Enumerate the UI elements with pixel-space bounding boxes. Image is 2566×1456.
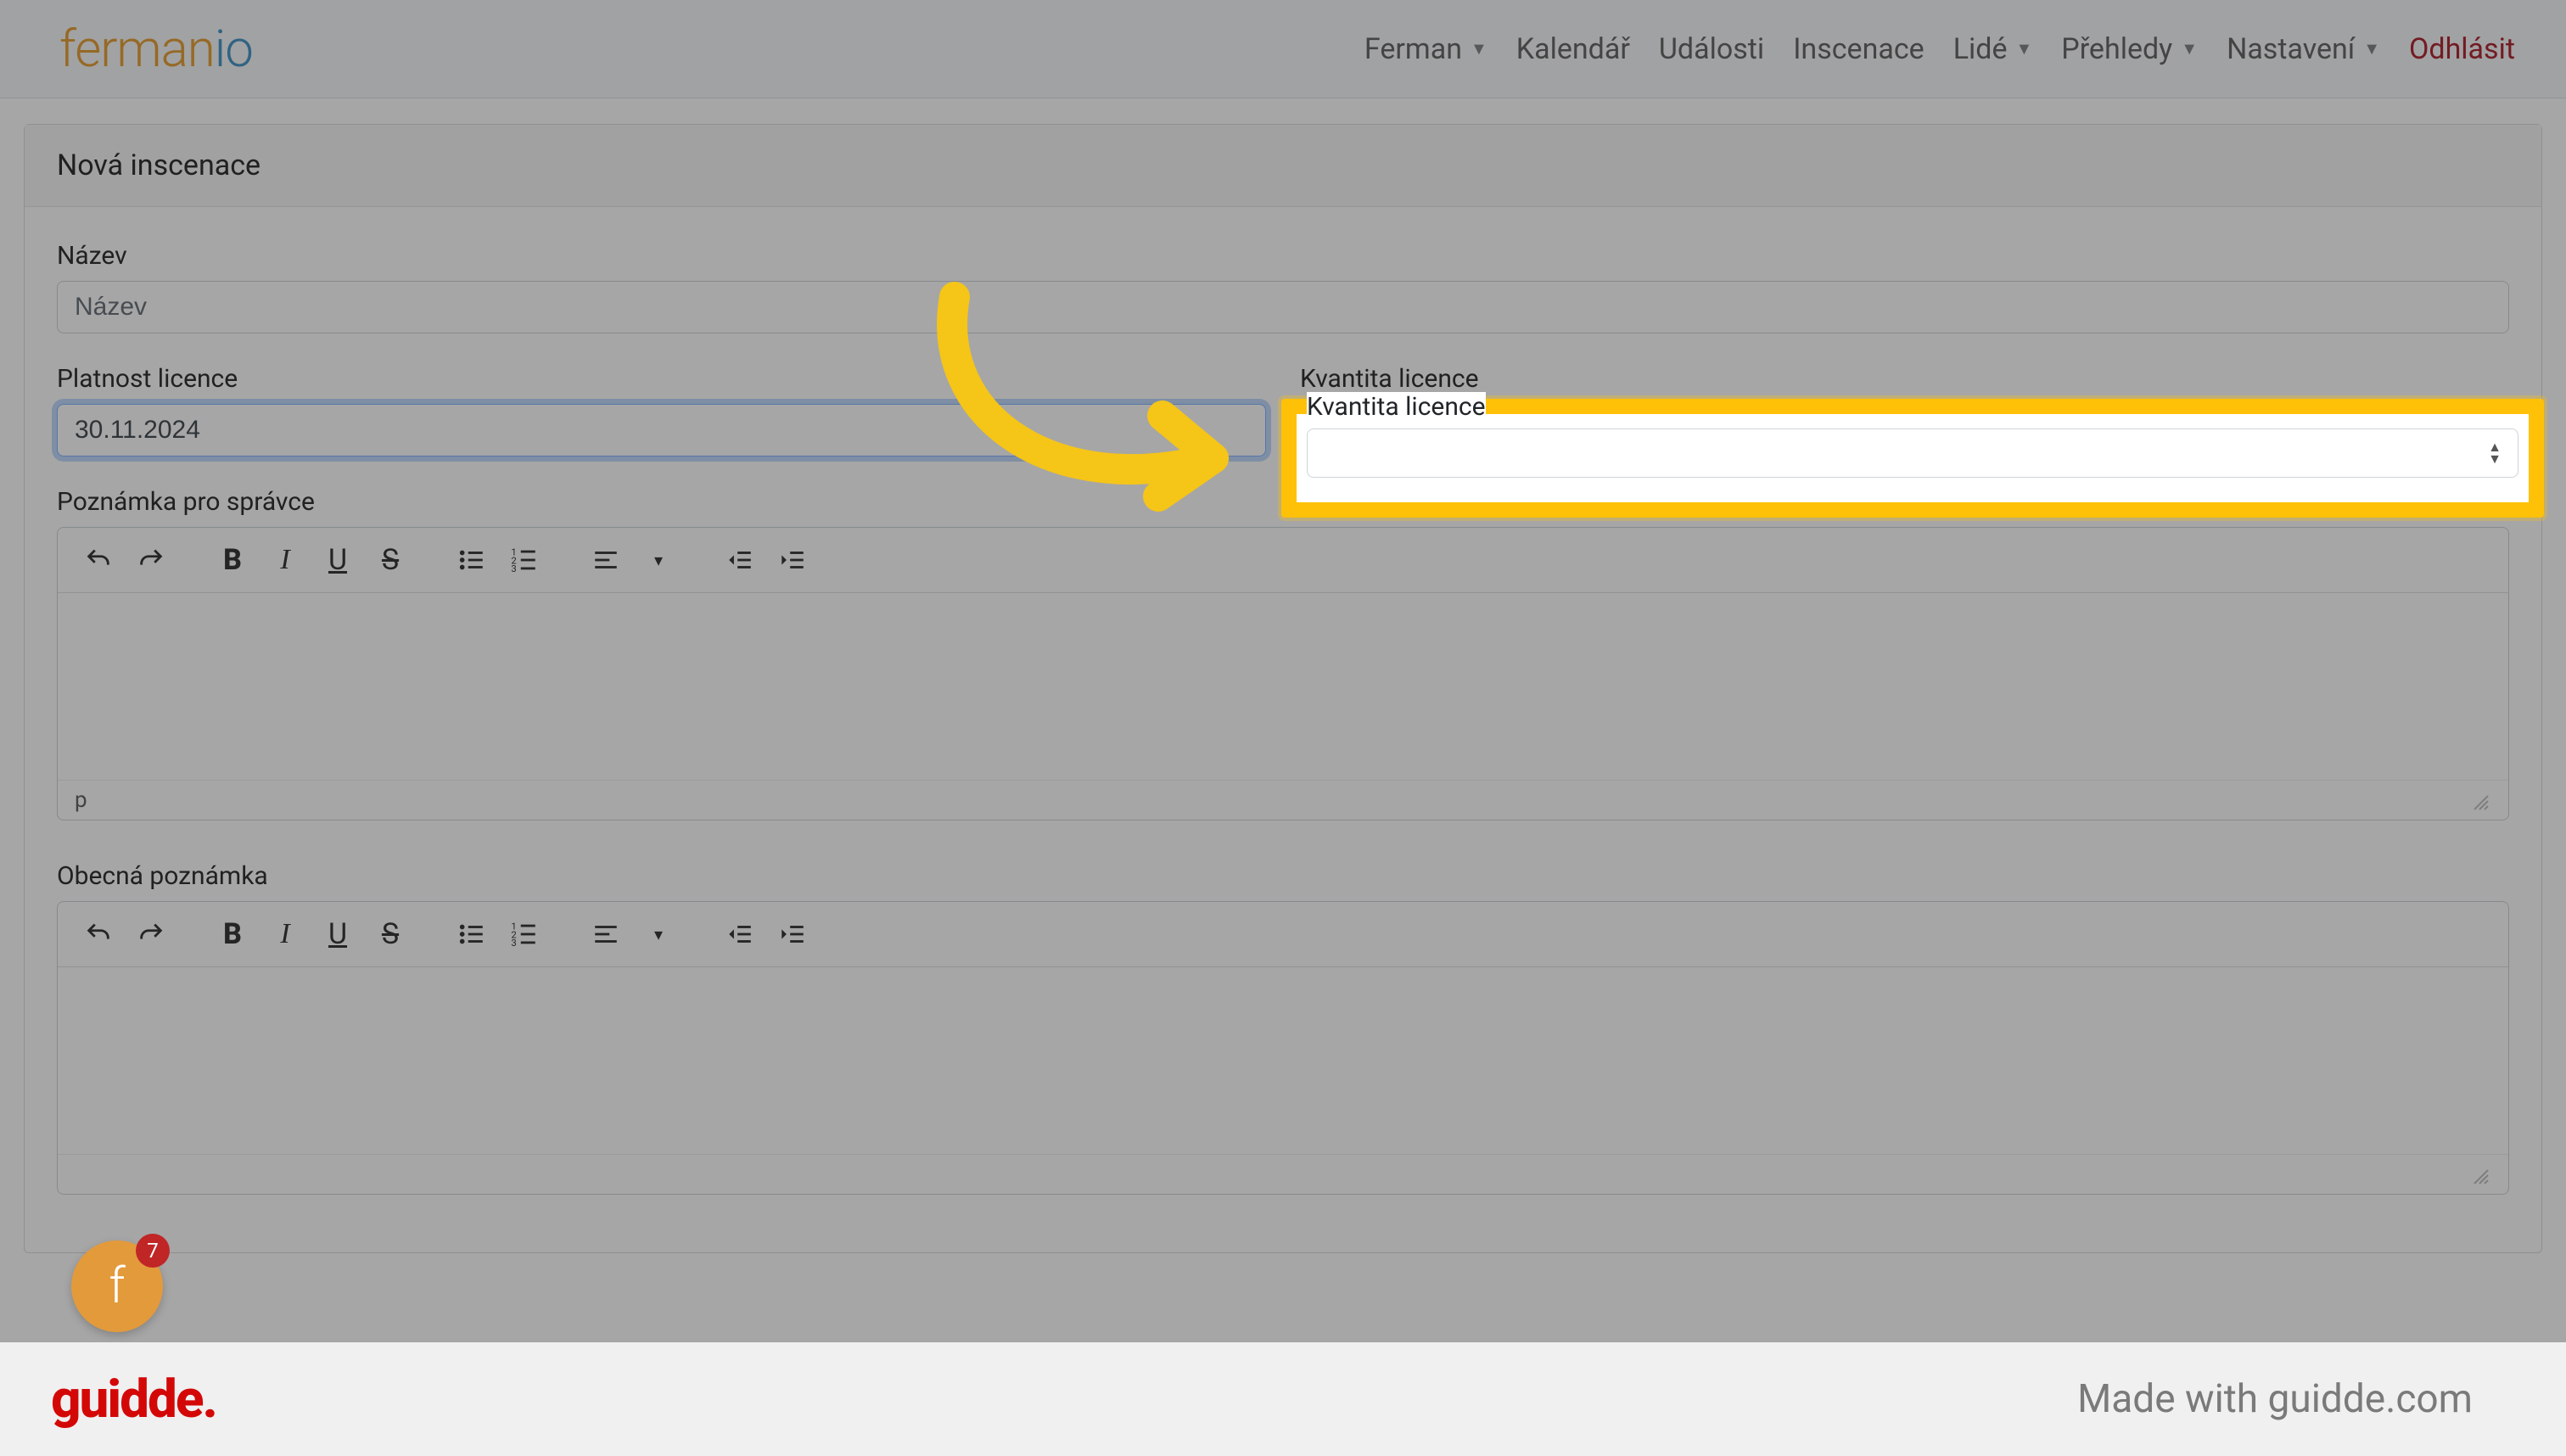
chevron-down-icon: ▼ bbox=[2181, 38, 2198, 59]
numbered-list-icon[interactable]: 123 bbox=[507, 543, 541, 577]
input-license-quantity[interactable] bbox=[1307, 428, 2518, 478]
guidde-footer: guidde. Made with guidde.com bbox=[0, 1342, 2566, 1456]
chevron-down-icon[interactable]: ▾ bbox=[642, 917, 675, 951]
undo-icon[interactable] bbox=[81, 917, 115, 951]
navbar: fermanio Ferman▼ Kalendář Události Insce… bbox=[0, 0, 2566, 98]
redo-icon[interactable] bbox=[134, 917, 168, 951]
chat-logo-letter: f bbox=[109, 1257, 125, 1315]
card-new-production: Nová inscenace Název Platnost licence Kv… bbox=[24, 124, 2542, 1253]
rte-content-admin[interactable] bbox=[58, 593, 2508, 780]
number-stepper-icon[interactable]: ▲▼ bbox=[2483, 438, 2507, 468]
resize-grip-icon[interactable] bbox=[2471, 1167, 2491, 1187]
svg-text:3: 3 bbox=[511, 563, 516, 574]
underline-button[interactable]: U bbox=[321, 917, 355, 951]
bullet-list-icon[interactable] bbox=[455, 917, 489, 951]
card-title: Nová inscenace bbox=[25, 125, 2541, 207]
nav-logout[interactable]: Odhlásit bbox=[2409, 32, 2515, 66]
rte-content-general[interactable] bbox=[58, 967, 2508, 1154]
nav-item-inscenace[interactable]: Inscenace bbox=[1793, 32, 1924, 66]
chevron-down-icon: ▼ bbox=[1471, 38, 1487, 59]
label-general-note: Obecná poznámka bbox=[57, 861, 2509, 891]
rte-toolbar: B I U S 123 ▾ bbox=[58, 902, 2508, 967]
rte-status-path: p bbox=[75, 787, 87, 813]
highlight-license-quantity: Kvantita licence ▲▼ bbox=[1281, 399, 2544, 518]
nav-item-nastaveni[interactable]: Nastavení▼ bbox=[2227, 32, 2380, 66]
strike-button[interactable]: S bbox=[373, 543, 407, 577]
chat-launcher[interactable]: f 7 bbox=[71, 1240, 163, 1332]
redo-icon[interactable] bbox=[134, 543, 168, 577]
nav-item-kalendar[interactable]: Kalendář bbox=[1516, 32, 1630, 66]
chat-badge-count: 7 bbox=[136, 1234, 170, 1268]
resize-grip-icon[interactable] bbox=[2471, 792, 2491, 813]
align-icon[interactable] bbox=[589, 543, 623, 577]
input-license-validity[interactable] bbox=[57, 404, 1266, 456]
italic-button[interactable]: I bbox=[268, 917, 302, 951]
brand-part2: io bbox=[215, 19, 253, 79]
nav-item-udalosti[interactable]: Události bbox=[1659, 32, 1764, 66]
align-icon[interactable] bbox=[589, 917, 623, 951]
nav-item-prehledy[interactable]: Přehledy▼ bbox=[2061, 32, 2198, 66]
bold-button[interactable]: B bbox=[216, 917, 249, 951]
label-name: Název bbox=[57, 241, 2509, 271]
nav-links: Ferman▼ Kalendář Události Inscenace Lidé… bbox=[1364, 32, 2515, 66]
brand-part1: ferman bbox=[59, 19, 215, 79]
brand-logo: fermanio bbox=[59, 19, 253, 79]
italic-button[interactable]: I bbox=[268, 543, 302, 577]
svg-text:3: 3 bbox=[511, 937, 516, 949]
label-license-quantity-bg: Kvantita licence bbox=[1300, 364, 2509, 394]
chevron-down-icon: ▼ bbox=[2015, 38, 2032, 59]
rte-admin-note: B I U S 123 ▾ bbox=[57, 527, 2509, 820]
indent-icon[interactable] bbox=[776, 543, 810, 577]
bold-button[interactable]: B bbox=[216, 543, 249, 577]
indent-icon[interactable] bbox=[776, 917, 810, 951]
outdent-icon[interactable] bbox=[723, 917, 757, 951]
strike-button[interactable]: S bbox=[373, 917, 407, 951]
undo-icon[interactable] bbox=[81, 543, 115, 577]
bullet-list-icon[interactable] bbox=[455, 543, 489, 577]
outdent-icon[interactable] bbox=[723, 543, 757, 577]
guidde-logo: guidde. bbox=[51, 1369, 216, 1431]
label-license-quantity: Kvantita licence bbox=[1307, 392, 2518, 422]
nav-item-lide[interactable]: Lidé▼ bbox=[1953, 32, 2033, 66]
label-license-validity: Platnost licence bbox=[57, 364, 1266, 394]
guidde-attribution: Made with guidde.com bbox=[2077, 1376, 2473, 1422]
rte-general-note: B I U S 123 ▾ bbox=[57, 901, 2509, 1195]
numbered-list-icon[interactable]: 123 bbox=[507, 917, 541, 951]
chevron-down-icon[interactable]: ▾ bbox=[642, 543, 675, 577]
chevron-down-icon: ▼ bbox=[2363, 38, 2380, 59]
underline-button[interactable]: U bbox=[321, 543, 355, 577]
rte-toolbar: B I U S 123 ▾ bbox=[58, 528, 2508, 593]
nav-item-ferman[interactable]: Ferman▼ bbox=[1364, 32, 1487, 66]
input-name[interactable] bbox=[57, 281, 2509, 333]
